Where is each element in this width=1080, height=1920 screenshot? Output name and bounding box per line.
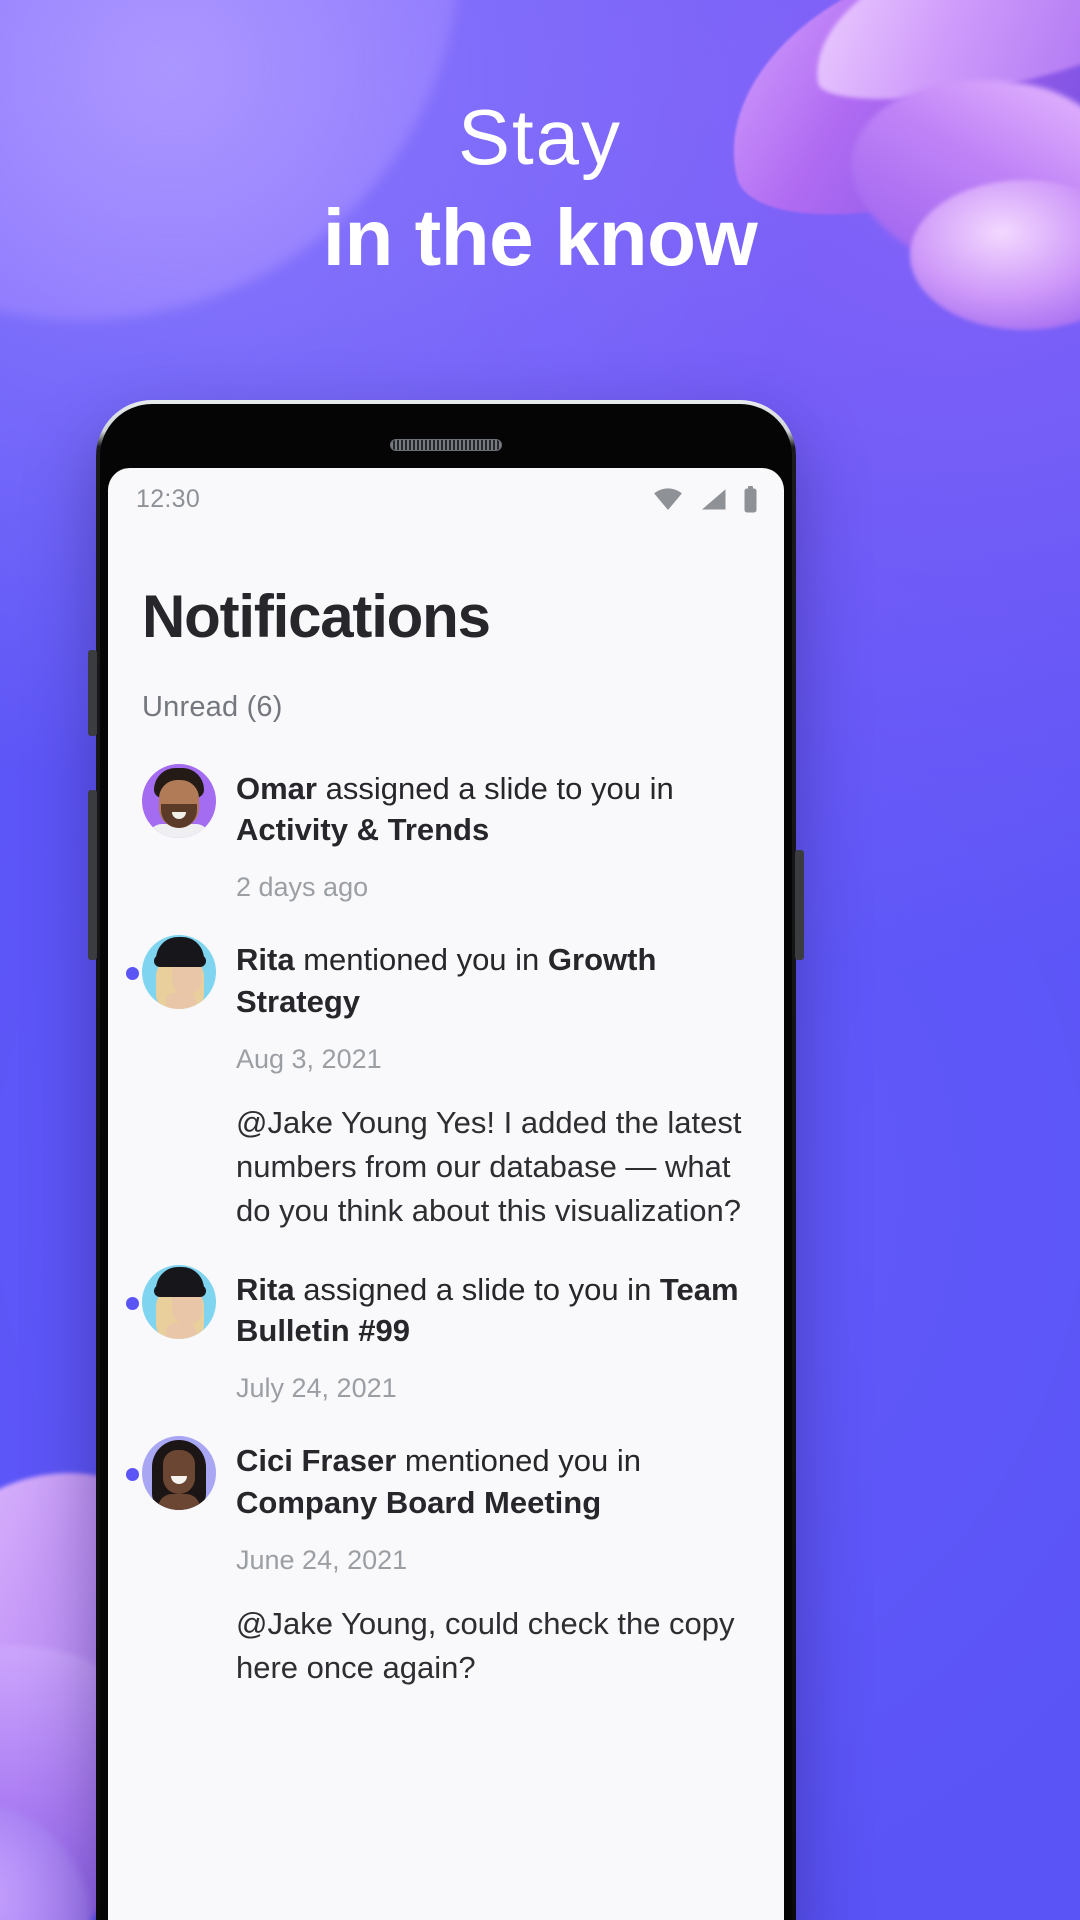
unread-dot-icon [126, 967, 139, 981]
notification-body: @Jake Young, could check the copy here o… [236, 1605, 735, 1685]
notification-text: Cici Fraser mentioned you in Company Boa… [236, 1436, 750, 1522]
omar-avatar [142, 764, 216, 838]
rita-avatar [142, 1264, 216, 1339]
notification-action: assigned a slide to you in [294, 1271, 660, 1307]
notification-actor: Omar [236, 771, 317, 806]
notification-text: Rita mentioned you in Growth Strategy [236, 935, 750, 1021]
notification-body: @Jake Young Yes! I added the latest numb… [236, 1104, 742, 1228]
phone-button-left-top [88, 650, 97, 736]
rita-avatar [142, 935, 216, 1010]
notification-actor: Rita [236, 942, 295, 978]
headline-line-1: Stay [457, 93, 623, 181]
promo-headline: Stay in the know [0, 96, 1080, 282]
notification-text: Omar assigned a slide to you in Activity… [236, 764, 750, 850]
notification-date: July 24, 2021 [236, 1373, 397, 1404]
cell-signal-icon [699, 488, 727, 511]
notification-text: Rita assigned a slide to you in Team Bul… [236, 1265, 750, 1351]
unread-dot-icon [126, 1296, 139, 1310]
cici-avatar [142, 1436, 216, 1511]
notification-item[interactable]: Omar assigned a slide to you in Activity… [142, 746, 750, 917]
phone-mockup: 12:30 Notifications Unread (6) Omar assi… [88, 400, 804, 1920]
status-icons [653, 485, 758, 513]
notification-item[interactable]: Rita mentioned you in Growth Strategy Au… [126, 917, 750, 1246]
wifi-icon [653, 488, 683, 510]
notification-item[interactable]: Rita assigned a slide to you in Team Bul… [126, 1247, 750, 1418]
phone-button-left-bottom [88, 790, 97, 960]
notification-date: 2 days ago [236, 872, 369, 903]
notification-actor: Rita [236, 1271, 295, 1307]
headline-line-2: in the know [322, 192, 758, 282]
notification-actor: Cici Fraser [236, 1443, 397, 1479]
notification-date: June 24, 2021 [236, 1544, 408, 1575]
notification-target: Activity & Trends [236, 812, 490, 848]
page-title: Notifications [142, 583, 491, 650]
unread-section-label: Unread (6) [142, 691, 283, 723]
status-bar: 12:30 [108, 468, 784, 530]
notification-action: mentioned you in [396, 1443, 641, 1479]
notification-action: assigned a slide to you in [316, 771, 674, 806]
notification-target: Company Board Meeting [236, 1484, 602, 1520]
notification-date: Aug 3, 2021 [236, 1043, 382, 1074]
notifications-screen: Notifications Unread (6) Omar assigned a… [108, 582, 784, 1704]
notification-action: mentioned you in [294, 942, 548, 978]
notification-item[interactable]: Cici Fraser mentioned you in Company Boa… [126, 1418, 750, 1703]
earpiece-speaker-icon [390, 439, 502, 451]
phone-body: 12:30 Notifications Unread (6) Omar assi… [100, 404, 792, 1920]
status-time: 12:30 [136, 484, 201, 513]
battery-icon [743, 485, 758, 513]
unread-dot-icon [126, 1468, 139, 1482]
notification-list: Omar assigned a slide to you in Activity… [126, 746, 750, 1704]
phone-screen: 12:30 Notifications Unread (6) Omar assi… [108, 468, 784, 1920]
phone-button-right [795, 850, 804, 960]
